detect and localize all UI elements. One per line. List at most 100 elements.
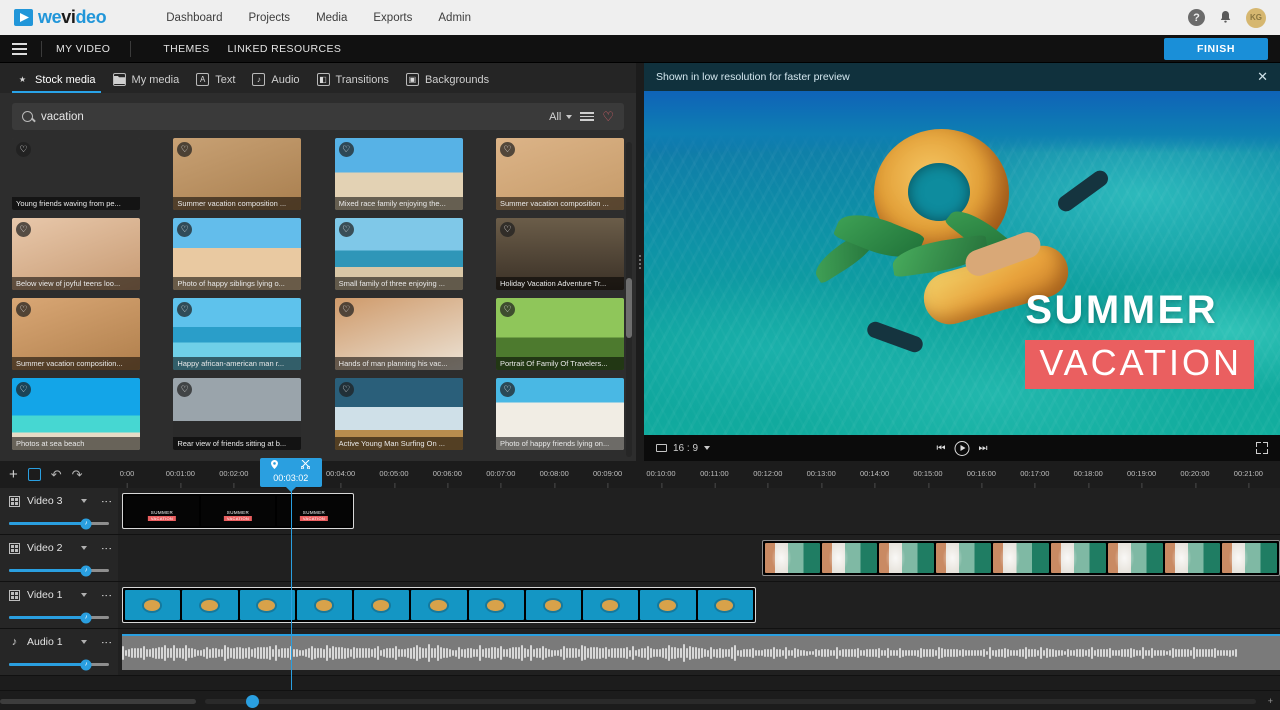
timeline-audio-clip[interactable] (122, 634, 1280, 670)
favorite-heart-icon[interactable]: ♡ (339, 222, 354, 237)
aspect-ratio-selector[interactable]: 16 : 9 (656, 443, 710, 454)
nav-item-projects[interactable]: Projects (249, 12, 291, 24)
track-collapse-icon[interactable] (81, 499, 87, 503)
timeline-hscrollbar-left[interactable] (0, 699, 196, 704)
track-volume-slider[interactable]: ♪ (9, 663, 109, 666)
timeline-zoom-knob[interactable] (246, 695, 259, 708)
tab-my-media[interactable]: My media (109, 73, 193, 93)
volume-knob[interactable]: ♪ (81, 612, 92, 623)
tab-text[interactable]: A Text (192, 73, 248, 93)
avatar[interactable]: KG (1246, 8, 1266, 28)
favorite-heart-icon[interactable]: ♡ (500, 382, 515, 397)
finish-button[interactable]: FINISH (1164, 38, 1268, 60)
media-card[interactable]: ♡Photo of happy friends lying on... (496, 378, 624, 450)
track-lane[interactable] (118, 535, 1280, 581)
fullscreen-icon[interactable] (1256, 442, 1268, 454)
ruler-tick: 00:21:00 (1234, 469, 1263, 478)
timeline-zoom-slider[interactable] (205, 699, 1256, 704)
favorite-heart-icon[interactable]: ♡ (339, 142, 354, 157)
search-input[interactable] (41, 111, 541, 123)
skip-to-start-icon[interactable]: ⏮ (937, 443, 946, 454)
search-box[interactable]: All ♡ (12, 103, 624, 130)
media-caption: Photos at sea beach (12, 437, 140, 450)
media-card[interactable]: ♡Young friends waving from pe... (12, 138, 140, 210)
track-volume-slider[interactable]: ♪ (9, 569, 109, 572)
favorite-heart-icon[interactable]: ♡ (500, 222, 515, 237)
playhead-line[interactable] (291, 488, 292, 690)
track-collapse-icon[interactable] (81, 546, 87, 550)
track-menu-icon[interactable]: ⋮ (101, 590, 110, 601)
timeline-clip[interactable] (122, 587, 756, 623)
favorite-heart-icon[interactable]: ♡ (339, 302, 354, 317)
favorites-heart-icon[interactable]: ♡ (602, 109, 614, 125)
marker-pin-icon[interactable] (271, 460, 278, 471)
tab-backgrounds[interactable]: ▣ Backgrounds (402, 73, 502, 93)
nav-item-admin[interactable]: Admin (438, 12, 471, 24)
nav-item-exports[interactable]: Exports (373, 12, 412, 24)
favorite-heart-icon[interactable]: ♡ (339, 382, 354, 397)
media-card[interactable]: ♡ Photos at sea beach (12, 378, 140, 450)
playhead-badge[interactable]: 00:03:02 (260, 458, 322, 487)
track-lane[interactable] (118, 582, 1280, 628)
media-card[interactable]: ♡Below view of joyful teens loo... (12, 218, 140, 290)
track-volume-slider[interactable]: ♪ (9, 522, 109, 525)
media-card[interactable]: ♡Holiday Vacation Adventure Tr... (496, 218, 624, 290)
preview-stage[interactable]: SUMMER VACATION (644, 91, 1280, 435)
track-collapse-icon[interactable] (81, 593, 87, 597)
close-icon[interactable]: ✕ (1257, 69, 1268, 85)
volume-knob[interactable]: ♪ (81, 659, 92, 670)
media-card[interactable]: ♡Portrait Of Family Of Travelers... (496, 298, 624, 370)
track-volume-slider[interactable]: ♪ (9, 616, 109, 619)
filter-settings-icon[interactable] (580, 112, 594, 121)
media-card[interactable]: ♡Mixed race family enjoying the... (335, 138, 463, 210)
media-card[interactable]: ♡Summer vacation composition... (12, 298, 140, 370)
nav-item-dashboard[interactable]: Dashboard (166, 12, 222, 24)
tab-stock-media[interactable]: ★ Stock media (12, 73, 109, 93)
favorite-heart-icon[interactable]: ♡ (500, 142, 515, 157)
favorite-heart-icon[interactable]: ♡ (16, 222, 31, 237)
favorite-heart-icon[interactable]: ♡ (16, 382, 31, 397)
favorite-heart-icon[interactable]: ♡ (500, 302, 515, 317)
tab-transitions[interactable]: ◧ Transitions (313, 73, 402, 93)
play-button[interactable] (955, 441, 970, 456)
media-card[interactable]: ♡Summer vacation composition ... (496, 138, 624, 210)
split-scissors-icon[interactable] (301, 460, 310, 471)
library-scrollbar-thumb[interactable] (626, 278, 632, 338)
crop-icon[interactable] (28, 468, 41, 481)
tab-audio[interactable]: ♪ Audio (248, 73, 312, 93)
undo-icon[interactable]: ↶ (51, 467, 62, 483)
track-collapse-icon[interactable] (81, 640, 87, 644)
hamburger-menu-icon[interactable] (12, 43, 27, 55)
media-card[interactable]: ♡Small family of three enjoying ... (335, 218, 463, 290)
zoom-in-icon[interactable]: + (1268, 696, 1273, 706)
project-title[interactable]: MY VIDEO (56, 43, 110, 55)
timeline-clip[interactable]: SUMMERVACATIONSUMMERVACATIONSUMMERVACATI… (122, 493, 354, 529)
media-card[interactable]: ♡Summer vacation composition ... (173, 138, 301, 210)
media-card[interactable]: ♡Rear view of friends sitting at b... (173, 378, 301, 450)
track-lane[interactable] (118, 629, 1280, 675)
volume-knob[interactable]: ♪ (81, 565, 92, 576)
media-type-filter[interactable]: All (549, 111, 572, 123)
media-card[interactable]: ♡Photo of happy siblings lying o... (173, 218, 301, 290)
tab-linked-resources[interactable]: LINKED RESOURCES (228, 43, 342, 55)
media-card[interactable]: ♡Active Young Man Surfing On ... (335, 378, 463, 450)
skip-to-end-icon[interactable]: ⏭ (979, 443, 988, 454)
favorite-heart-icon[interactable]: ♡ (16, 302, 31, 317)
media-card[interactable]: ♡Hands of man planning his vac... (335, 298, 463, 370)
favorite-heart-icon[interactable]: ♡ (16, 142, 31, 157)
track-menu-icon[interactable]: ⋮ (101, 543, 110, 554)
add-track-icon[interactable]: + (9, 467, 18, 482)
volume-knob[interactable]: ♪ (81, 518, 92, 529)
timeline-clip[interactable] (762, 540, 1280, 576)
redo-icon[interactable]: ↷ (72, 467, 83, 483)
track-menu-icon[interactable]: ⋮ (101, 637, 110, 648)
media-card[interactable]: ♡Happy african-american man r... (173, 298, 301, 370)
help-icon[interactable]: ? (1188, 9, 1205, 26)
track-lane[interactable]: SUMMERVACATIONSUMMERVACATIONSUMMERVACATI… (118, 488, 1280, 534)
wevideo-logo[interactable]: wevideo (14, 7, 106, 28)
panel-splitter[interactable] (636, 63, 644, 461)
notification-bell-icon[interactable] (1219, 10, 1232, 26)
tab-themes[interactable]: THEMES (163, 43, 209, 55)
nav-item-media[interactable]: Media (316, 12, 347, 24)
track-menu-icon[interactable]: ⋮ (101, 496, 110, 507)
